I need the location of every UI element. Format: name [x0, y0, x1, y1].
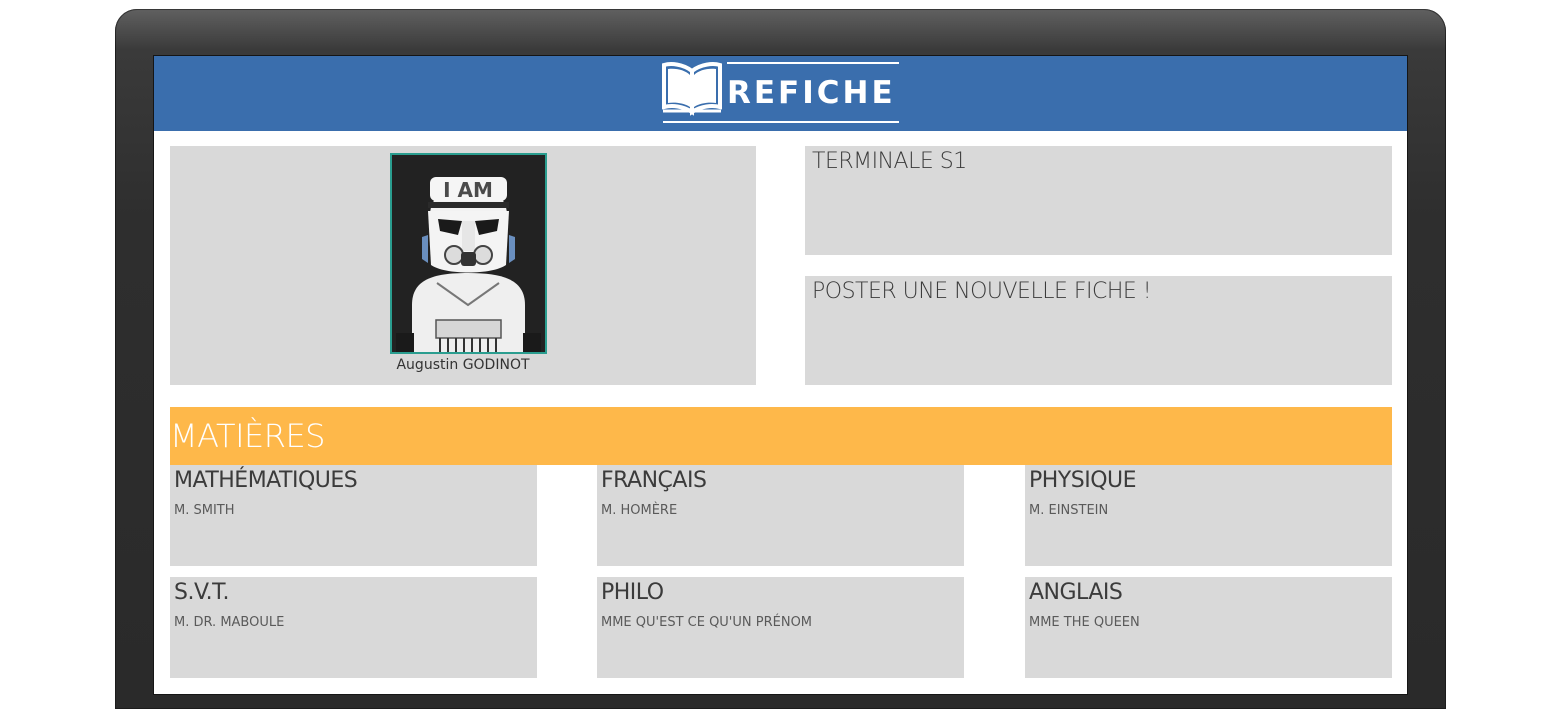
logo-top-rule: [727, 62, 899, 64]
subject-card[interactable]: FRANÇAIS M. HOMÈRE: [597, 465, 964, 566]
subjects-section-header: MATIÈRES: [170, 407, 1392, 465]
subject-card[interactable]: PHYSIQUE M. EINSTEIN: [1025, 465, 1392, 566]
class-title: TERMINALE S1: [812, 149, 967, 174]
subject-name: FRANÇAIS: [601, 468, 707, 493]
subject-card[interactable]: ANGLAIS MME THE QUEEN: [1025, 577, 1392, 678]
subject-teacher: M. HOMÈRE: [601, 503, 678, 518]
app-header: REFICHE: [154, 56, 1407, 131]
subject-name: PHYSIQUE: [1029, 468, 1137, 493]
subjects-section-title: MATIÈRES: [170, 417, 325, 455]
avatar-cap-text: I AM: [443, 178, 493, 202]
class-card[interactable]: TERMINALE S1: [805, 146, 1392, 255]
subject-name: S.V.T.: [174, 580, 230, 605]
subject-card[interactable]: S.V.T. M. DR. MABOULE: [170, 577, 537, 678]
profile-card: I AM Augustin GODINOT: [170, 146, 756, 385]
subject-teacher: M. SMITH: [174, 503, 235, 518]
avatar[interactable]: I AM: [390, 153, 547, 354]
open-book-icon: [662, 62, 722, 116]
logo-underline: [663, 121, 899, 123]
app-logo[interactable]: REFICHE: [661, 61, 899, 126]
stormtrooper-avatar: I AM: [392, 155, 545, 352]
subject-teacher: M. EINSTEIN: [1029, 503, 1109, 518]
subject-teacher: M. DR. MABOULE: [174, 615, 285, 630]
subject-card[interactable]: PHILO MME QU'EST CE QU'UN PRÉNOM: [597, 577, 964, 678]
subject-teacher: MME QU'EST CE QU'UN PRÉNOM: [601, 615, 813, 630]
subject-name: ANGLAIS: [1029, 580, 1123, 605]
browser-viewport: REFICHE I AM Augustin GODINOT TERMINALE …: [153, 55, 1408, 695]
profile-name: Augustin GODINOT: [396, 357, 530, 373]
logo-text: REFICHE: [727, 75, 896, 111]
subject-name: MATHÉMATIQUES: [174, 468, 358, 493]
subject-name: PHILO: [601, 580, 664, 605]
post-new-sheet-card[interactable]: POSTER UNE NOUVELLE FICHE !: [805, 276, 1392, 385]
subject-card[interactable]: MATHÉMATIQUES M. SMITH: [170, 465, 537, 566]
post-new-sheet-title: POSTER UNE NOUVELLE FICHE !: [812, 279, 1152, 304]
subject-teacher: MME THE QUEEN: [1029, 615, 1140, 630]
